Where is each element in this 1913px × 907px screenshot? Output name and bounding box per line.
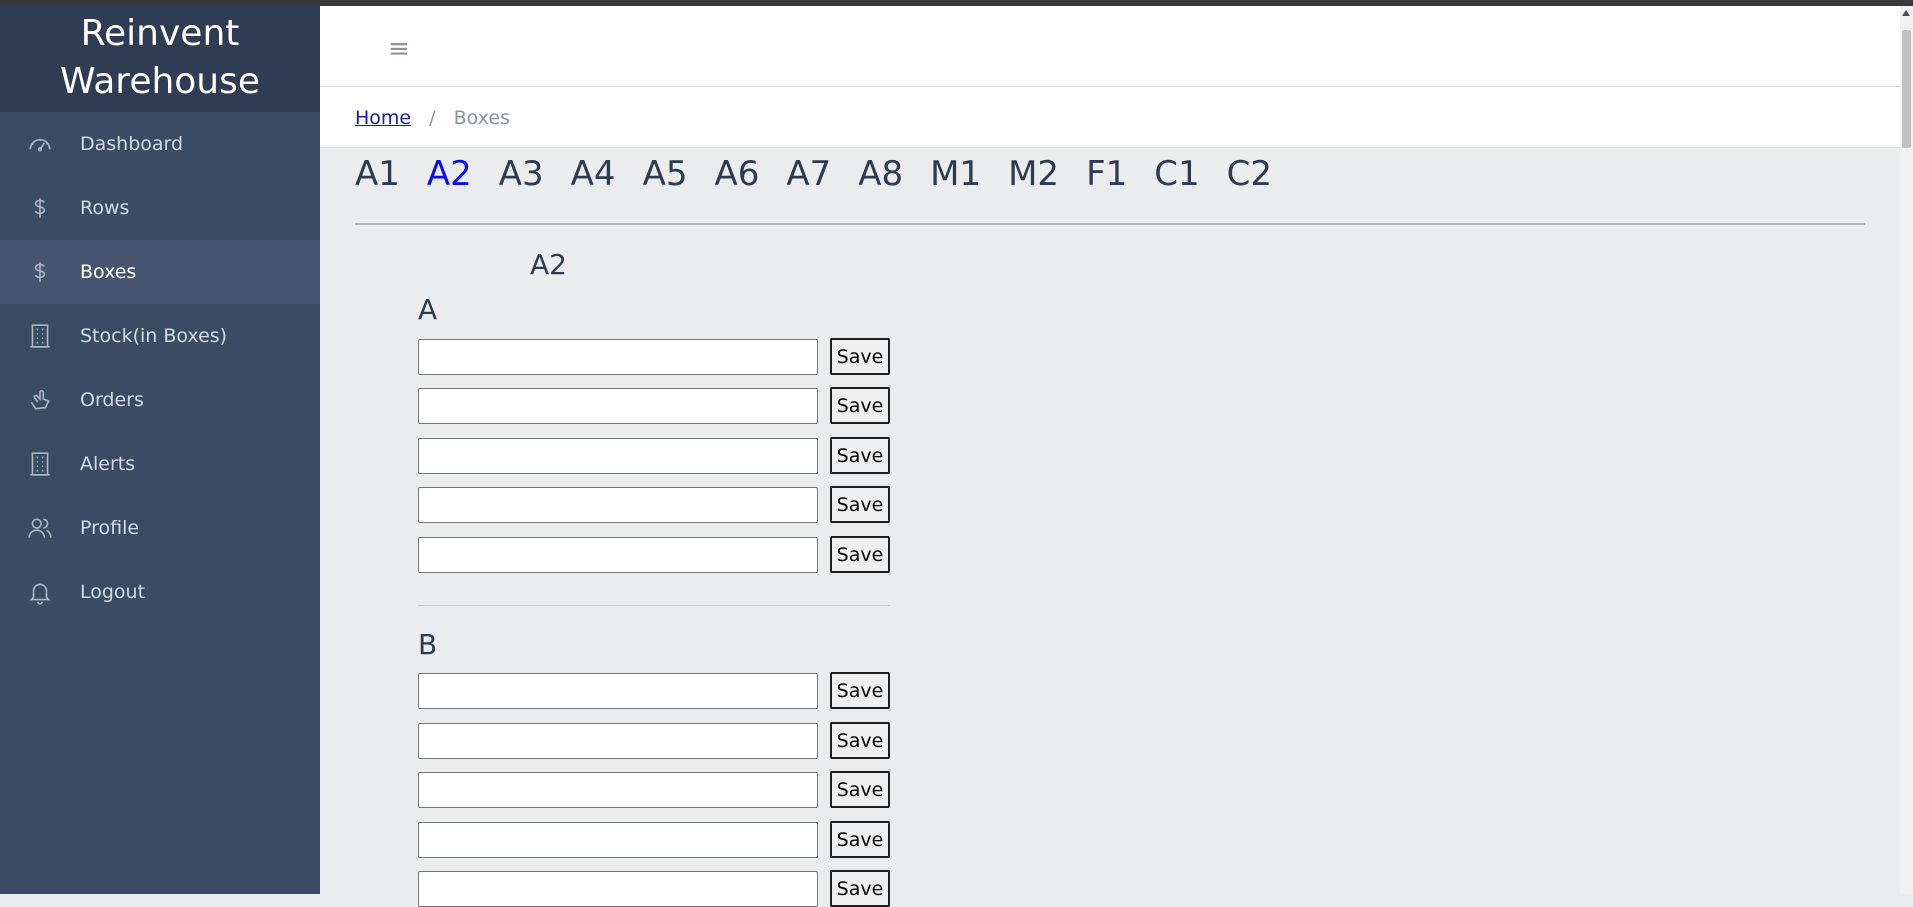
breadcrumb: Home / Boxes — [355, 107, 510, 129]
building-icon — [0, 451, 80, 477]
box-input[interactable] — [418, 821, 818, 858]
hand-icon — [0, 387, 80, 413]
section-label-a: A — [418, 293, 438, 326]
hamburger-menu-icon[interactable]: ≡ — [388, 36, 410, 62]
save-button[interactable]: Save — [830, 771, 890, 808]
box-input[interactable] — [418, 486, 818, 523]
box-title: A2 — [530, 248, 567, 281]
tab-c1[interactable]: C1 — [1154, 150, 1199, 198]
sidebar-item-rows[interactable]: Rows — [0, 176, 320, 240]
save-button[interactable]: Save — [830, 672, 890, 709]
building-icon — [0, 323, 80, 349]
box-input[interactable] — [418, 338, 818, 375]
form-row: Save — [418, 387, 890, 424]
tab-m1[interactable]: M1 — [930, 150, 981, 198]
section-label-b: B — [418, 628, 438, 661]
sidebar: Reinvent Warehouse Dashboard Rows Boxes … — [0, 6, 320, 894]
scrollbar-thumb[interactable] — [1902, 30, 1911, 148]
sidebar-item-label: Orders — [80, 389, 144, 411]
save-button[interactable]: Save — [830, 387, 890, 424]
tab-a1[interactable]: A1 — [355, 150, 400, 198]
breadcrumb-separator: / — [429, 107, 436, 129]
tab-c2[interactable]: C2 — [1227, 150, 1272, 198]
form-row: Save — [418, 338, 890, 375]
form-row: Save — [418, 722, 890, 759]
box-input[interactable] — [418, 771, 818, 808]
section-divider — [418, 605, 890, 606]
speedometer-icon — [0, 131, 80, 157]
tab-m2[interactable]: M2 — [1008, 150, 1059, 198]
sidebar-item-label: Profile — [80, 517, 140, 539]
form-row: Save — [418, 536, 890, 573]
sidebar-item-profile[interactable]: Profile — [0, 496, 320, 560]
save-button[interactable]: Save — [830, 722, 890, 759]
dollar-icon — [0, 259, 80, 285]
dollar-icon — [0, 195, 80, 221]
save-button[interactable]: Save — [830, 870, 890, 907]
box-input[interactable] — [418, 722, 818, 759]
sidebar-item-orders[interactable]: Orders — [0, 368, 320, 432]
vertical-scrollbar[interactable] — [1900, 6, 1913, 894]
sidebar-item-stock[interactable]: Stock(in Boxes) — [0, 304, 320, 368]
sidebar-item-label: Logout — [80, 581, 146, 603]
brand-line-2: Warehouse — [59, 61, 261, 102]
tab-f1[interactable]: F1 — [1086, 150, 1127, 198]
sidebar-item-alerts[interactable]: Alerts — [0, 432, 320, 496]
form-row: Save — [418, 486, 890, 523]
save-button[interactable]: Save — [830, 338, 890, 375]
save-button[interactable]: Save — [830, 536, 890, 573]
sidebar-item-label: Alerts — [80, 453, 136, 475]
breadcrumb-home-link[interactable]: Home — [355, 107, 411, 129]
scroll-up-arrow-icon[interactable] — [1902, 10, 1910, 16]
tabs-divider — [355, 223, 1865, 225]
breadcrumb-current: Boxes — [453, 107, 510, 129]
form-row: Save — [418, 437, 890, 474]
tab-a2[interactable]: A2 — [427, 150, 472, 198]
form-row: Save — [418, 672, 890, 709]
form-row: Save — [418, 870, 890, 907]
brand-logo[interactable]: Reinvent Warehouse — [0, 6, 320, 112]
box-input[interactable] — [418, 536, 818, 573]
box-input[interactable] — [418, 437, 818, 474]
breadcrumb-bar: Home / Boxes — [320, 87, 1900, 148]
sidebar-item-label: Boxes — [80, 261, 137, 283]
box-input[interactable] — [418, 387, 818, 424]
sidebar-item-dashboard[interactable]: Dashboard — [0, 112, 320, 176]
sidebar-item-label: Stock(in Boxes) — [80, 325, 228, 347]
tab-a7[interactable]: A7 — [786, 150, 831, 198]
form-row: Save — [418, 821, 890, 858]
sidebar-item-boxes[interactable]: Boxes — [0, 240, 320, 304]
people-icon — [0, 515, 80, 541]
box-input[interactable] — [418, 672, 818, 709]
location-tabs: A1 A2 A3 A4 A5 A6 A7 A8 M1 M2 F1 C1 C2 — [355, 150, 1299, 198]
tab-a8[interactable]: A8 — [858, 150, 903, 198]
save-button[interactable]: Save — [830, 437, 890, 474]
tab-a6[interactable]: A6 — [714, 150, 759, 198]
save-button[interactable]: Save — [830, 486, 890, 523]
sidebar-item-logout[interactable]: Logout — [0, 560, 320, 624]
sidebar-item-label: Dashboard — [80, 133, 184, 155]
top-header: ≡ — [320, 6, 1900, 87]
sidebar-item-label: Rows — [80, 197, 130, 219]
brand-line-1: Reinvent — [80, 13, 240, 54]
bell-icon — [0, 579, 80, 605]
tab-a5[interactable]: A5 — [643, 150, 688, 198]
tab-a3[interactable]: A3 — [499, 150, 544, 198]
save-button[interactable]: Save — [830, 821, 890, 858]
tab-a4[interactable]: A4 — [571, 150, 616, 198]
form-row: Save — [418, 771, 890, 808]
box-input[interactable] — [418, 870, 818, 907]
